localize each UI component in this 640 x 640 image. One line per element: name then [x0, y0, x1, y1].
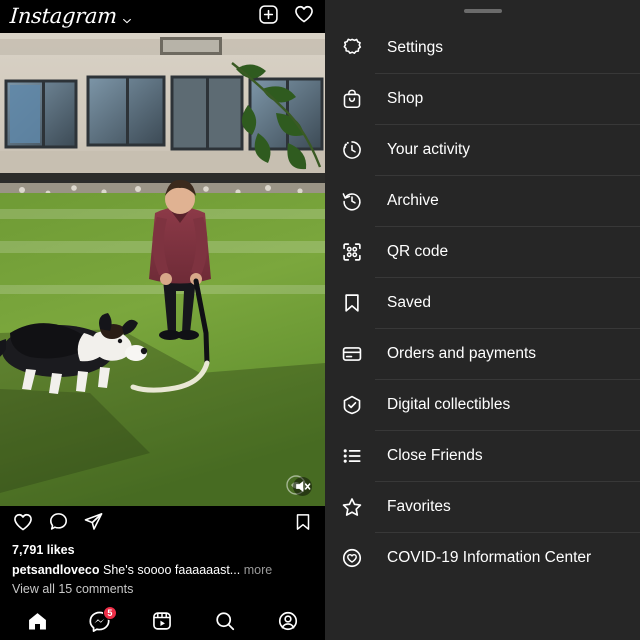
plus-box-icon[interactable] — [258, 4, 279, 30]
menu-item-label: Digital collectibles — [387, 395, 511, 413]
menu-item-qr-code[interactable]: QR code — [325, 226, 640, 277]
menu-item-label: Close Friends — [387, 446, 483, 464]
nav-home[interactable] — [16, 606, 58, 636]
brand-dropdown[interactable]: Instagram — [9, 4, 132, 28]
nav-profile[interactable] — [267, 606, 309, 636]
menu-item-label: Settings — [387, 38, 444, 56]
post-media[interactable] — [0, 33, 325, 506]
menu-item-archive[interactable]: Archive — [325, 175, 640, 226]
side-menu-list: Settings Shop Your activity Archive QR c… — [325, 22, 640, 583]
bookmark-icon — [338, 289, 366, 317]
gear-icon — [338, 34, 366, 62]
comment-button[interactable] — [48, 511, 69, 537]
menu-item-label: Saved — [387, 293, 431, 311]
menu-item-label: Orders and payments — [387, 344, 537, 362]
menu-item-label: Shop — [387, 89, 424, 107]
star-icon — [338, 493, 366, 521]
save-button[interactable] — [293, 513, 313, 536]
like-button[interactable] — [12, 511, 34, 538]
nav-messages[interactable]: 5 — [79, 606, 121, 636]
menu-item-digital-collectibles[interactable]: Digital collectibles — [325, 379, 640, 430]
menu-item-close-friends[interactable]: Close Friends — [325, 430, 640, 481]
side-menu-panel: Settings Shop Your activity Archive QR c… — [325, 0, 640, 640]
nav-search[interactable] — [204, 606, 246, 636]
post-action-bar — [0, 506, 325, 542]
qr-code-icon — [338, 238, 366, 266]
chevron-down-icon — [122, 13, 132, 23]
activity-clock-icon — [338, 136, 366, 164]
caption-text: She's soooo faaaaaast... — [103, 563, 241, 577]
drag-handle[interactable] — [463, 9, 502, 13]
menu-item-orders-and-payments[interactable]: Orders and payments — [325, 328, 640, 379]
app-header: Instagram — [0, 0, 325, 33]
heart-icon[interactable] — [293, 3, 315, 30]
share-button[interactable] — [83, 511, 104, 537]
list-icon — [338, 442, 366, 470]
panel-drag-handle-area[interactable] — [325, 0, 640, 22]
view-all-comments-link[interactable]: View all 15 comments — [0, 578, 325, 597]
caption-more-link[interactable]: more — [244, 563, 272, 577]
header-actions — [258, 3, 315, 30]
archive-history-icon — [338, 187, 366, 215]
menu-item-favorites[interactable]: Favorites — [325, 481, 640, 532]
heart-circle-icon — [338, 544, 366, 572]
menu-item-label: Archive — [387, 191, 439, 209]
shield-check-icon — [338, 391, 366, 419]
menu-item-shop[interactable]: Shop — [325, 73, 640, 124]
instagram-app-screen: Instagram 7,791 likes petsandloveco She'… — [0, 0, 640, 640]
feed-column: Instagram 7,791 likes petsandloveco She'… — [0, 0, 325, 640]
menu-item-settings[interactable]: Settings — [325, 22, 640, 73]
menu-item-your-activity[interactable]: Your activity — [325, 124, 640, 175]
menu-item-label: Your activity — [387, 140, 470, 158]
speaker-mute-icon[interactable] — [293, 477, 312, 496]
credit-card-icon — [338, 340, 366, 368]
post-caption: petsandloveco She's soooo faaaaaast... m… — [0, 559, 325, 578]
menu-item-covid-information-center[interactable]: COVID-19 Information Center — [325, 532, 640, 583]
menu-item-label: QR code — [387, 242, 449, 260]
messages-badge: 5 — [102, 606, 117, 620]
nav-reels[interactable] — [141, 606, 183, 636]
menu-item-saved[interactable]: Saved — [325, 277, 640, 328]
bottom-navigation: 5 — [0, 602, 325, 640]
instagram-logo: Instagram — [9, 4, 118, 28]
caption-username[interactable]: petsandloveco — [12, 563, 100, 577]
post-media-image — [0, 33, 325, 506]
likes-count: 7,791 likes — [12, 543, 75, 557]
menu-item-label: Favorites — [387, 497, 451, 515]
menu-item-label: COVID-19 Information Center — [387, 548, 592, 566]
shopping-bag-icon — [338, 85, 366, 113]
